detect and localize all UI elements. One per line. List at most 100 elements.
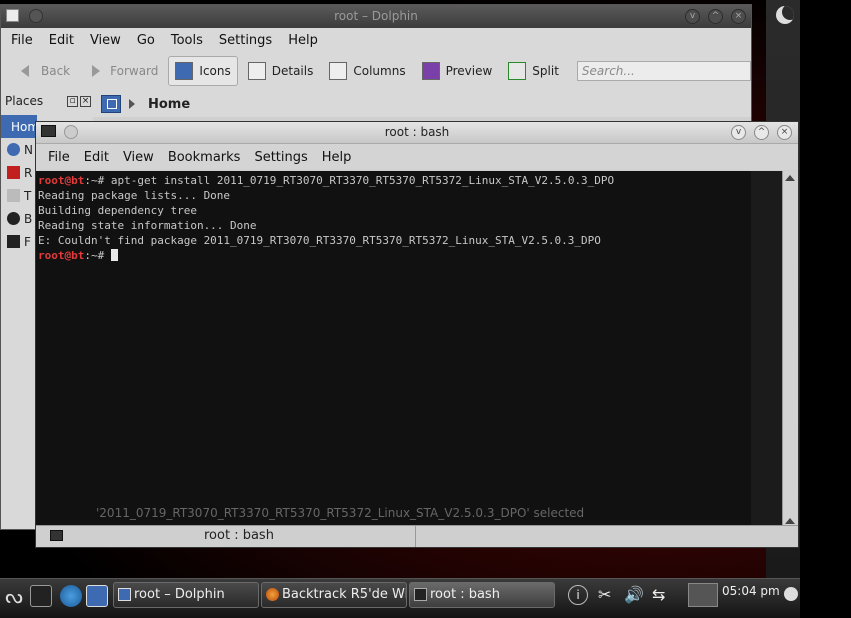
dolphin-task-icon [118, 588, 131, 601]
menu-settings[interactable]: Settings [219, 33, 272, 48]
details-view-button[interactable]: Details [242, 56, 320, 86]
network-icon [7, 143, 20, 156]
menu-file[interactable]: File [11, 33, 33, 48]
dolphin-titlebar[interactable]: root – Dolphin v ^ × [1, 5, 751, 28]
split-button[interactable]: Split [502, 56, 565, 86]
menu-settings[interactable]: Settings [254, 150, 307, 165]
menu-edit[interactable]: Edit [84, 150, 109, 165]
icons-label: Icons [199, 64, 231, 78]
maximize-icon[interactable]: ^ [708, 9, 723, 24]
places-label: Places [5, 94, 44, 108]
search-input[interactable]: Search... [576, 61, 751, 81]
volume-icon[interactable]: 🔊 [624, 585, 644, 604]
menu-bookmarks[interactable]: Bookmarks [168, 150, 241, 165]
place-label: B [24, 211, 33, 226]
scroll-up-icon[interactable] [785, 518, 795, 524]
terminal-output-line: Building dependency tree [38, 204, 197, 217]
place-label: N [24, 142, 33, 157]
scrollbar[interactable] [782, 171, 798, 546]
minimize-icon[interactable]: v [685, 9, 700, 24]
forward-button[interactable]: Forward [80, 56, 164, 86]
menu-go[interactable]: Go [137, 33, 155, 48]
prompt-path: :~# [84, 174, 111, 187]
menu-view[interactable]: View [123, 150, 154, 165]
preview-icon [421, 62, 440, 80]
places-panel-header: Places ▫ × [5, 93, 91, 109]
scissors-icon[interactable]: ✂ [598, 585, 611, 604]
place-item-root[interactable]: R [1, 161, 37, 184]
terminal-output-line: E: Couldn't find package 2011_0719_RT307… [38, 234, 601, 247]
task-browser[interactable]: Backtrack R5'de Wir [261, 582, 407, 608]
close-icon[interactable]: × [777, 125, 792, 140]
place-item-home[interactable]: Home [1, 115, 46, 138]
moon-icon[interactable] [784, 587, 798, 601]
task-terminal[interactable]: root : bash [409, 582, 555, 608]
terminal-menubar: File Edit View Bookmarks Settings Help [36, 144, 798, 170]
home-icon[interactable] [101, 95, 121, 113]
terminal-line-prompt: root@bt:~# [38, 248, 751, 263]
menu-help[interactable]: Help [288, 33, 318, 48]
dolphin-launcher-icon[interactable] [86, 585, 108, 607]
columns-label: Columns [353, 64, 406, 78]
menu-help[interactable]: Help [322, 150, 352, 165]
place-item-f[interactable]: F [1, 230, 37, 253]
dolphin-toolbar: Back Forward Icons Details Columns Previ… [1, 52, 751, 90]
tab-root-bash[interactable]: root : bash [36, 526, 416, 547]
terminal-titlebar[interactable]: root : bash v ^ × [36, 122, 798, 144]
browser-launcher-icon[interactable] [60, 585, 82, 607]
pager-icon[interactable] [688, 583, 718, 607]
preview-label: Preview [445, 64, 493, 78]
terminal-scroll-area [751, 171, 798, 546]
maximize-icon[interactable]: ^ [754, 125, 769, 140]
preview-button[interactable]: Preview [416, 56, 499, 86]
menu-view[interactable]: View [90, 33, 121, 48]
close-panel-icon[interactable]: × [80, 95, 91, 107]
close-icon[interactable]: × [731, 9, 746, 24]
undock-icon[interactable]: ▫ [67, 95, 78, 107]
screen-edge [800, 0, 851, 618]
chevron-right-icon [129, 99, 140, 109]
network-tray-icon[interactable]: ⇆ [652, 585, 665, 604]
terminal-line-command: root@bt:~# apt-get install 2011_0719_RT3… [38, 173, 751, 188]
moon-icon[interactable] [776, 6, 794, 24]
scroll-up-icon[interactable] [785, 175, 795, 181]
taskbar: ᔓ root – Dolphin Backtrack R5'de Wir roo… [0, 578, 800, 618]
task-dolphin[interactable]: root – Dolphin [113, 582, 259, 608]
columns-view-button[interactable]: Columns [323, 56, 411, 86]
tab-label: root : bash [204, 528, 274, 543]
breadcrumb-home[interactable]: Home [148, 97, 190, 112]
kickoff-menu-icon[interactable]: ᔓ [2, 583, 26, 611]
menu-tools[interactable]: Tools [171, 33, 203, 48]
breadcrumb: Home [101, 93, 190, 115]
split-icon [508, 62, 527, 80]
terminal-output-line: Reading state information... Done [38, 219, 257, 232]
info-icon[interactable]: i [568, 585, 588, 605]
terminal-output-line: Reading package lists... Done [38, 189, 231, 202]
place-item-trash[interactable]: T [1, 184, 37, 207]
firefox-icon [266, 588, 279, 601]
place-item-network[interactable]: N [1, 138, 37, 161]
back-button[interactable]: Back [11, 56, 76, 86]
trash-icon [7, 189, 20, 202]
menu-file[interactable]: File [48, 150, 70, 165]
terminal-launcher-icon[interactable] [30, 585, 52, 607]
dolphin-title: root – Dolphin [334, 9, 418, 23]
command-text: apt-get install 2011_0719_RT3070_RT3370_… [110, 174, 615, 187]
prompt-path: :~# [84, 249, 111, 262]
columns-view-icon [329, 62, 348, 80]
place-item-b[interactable]: B [1, 207, 37, 230]
text-cursor [110, 249, 118, 261]
task-label: root – Dolphin [134, 587, 225, 602]
task-label: Backtrack R5'de Wir [282, 587, 407, 602]
forward-label: Forward [110, 64, 159, 78]
terminal-screen[interactable]: root@bt:~# apt-get install 2011_0719_RT3… [36, 171, 753, 528]
terminal-title: root : bash [384, 125, 450, 139]
details-view-icon [247, 62, 266, 80]
place-label: R [24, 165, 33, 180]
icons-view-button[interactable]: Icons [168, 56, 238, 86]
clock[interactable]: 05:04 pm [722, 584, 780, 598]
back-label: Back [41, 64, 71, 78]
menu-edit[interactable]: Edit [49, 33, 74, 48]
terminal-tab-icon [50, 530, 63, 541]
minimize-icon[interactable]: v [731, 125, 746, 140]
